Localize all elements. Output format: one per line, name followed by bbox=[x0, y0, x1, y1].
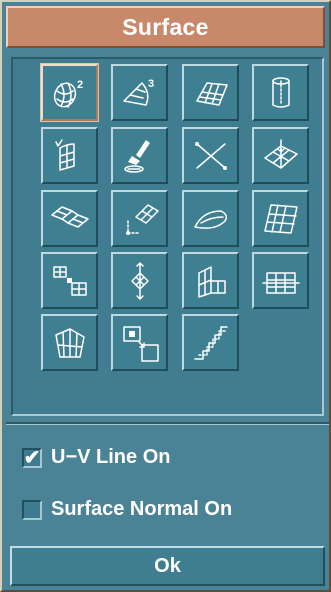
tool-button-3[interactable] bbox=[182, 64, 239, 121]
sweep-along-curve-surface-icon bbox=[54, 138, 75, 171]
tool-button-6[interactable] bbox=[111, 127, 168, 184]
tool-button-5[interactable] bbox=[41, 127, 98, 184]
tool-button-14[interactable] bbox=[111, 252, 168, 309]
intersect-curves-surface-icon bbox=[194, 141, 227, 170]
joined-patches-surface-icon bbox=[50, 205, 89, 228]
tool-button-18[interactable] bbox=[111, 314, 168, 371]
corner-planes-surface-icon bbox=[197, 265, 226, 298]
tool-button-7[interactable] bbox=[182, 127, 239, 184]
tool-button-13[interactable] bbox=[41, 252, 98, 309]
tool-button-1[interactable]: 2 bbox=[40, 63, 99, 122]
sphere-quadric-surface-icon: 2 bbox=[53, 79, 83, 108]
uv-line-checkbox[interactable]: ✔ bbox=[22, 446, 42, 469]
svg-text:3: 3 bbox=[148, 78, 154, 90]
surface-dialog: Surface 2 3 ✔ U−V Line On Surface Normal… bbox=[0, 0, 331, 592]
checkmark-icon: ✔ bbox=[23, 446, 41, 469]
tool-button-19[interactable] bbox=[182, 314, 239, 371]
dialog-titlebar: Surface bbox=[6, 6, 325, 48]
tool-button-9[interactable] bbox=[41, 190, 98, 247]
tool-button-12[interactable] bbox=[252, 190, 309, 247]
tool-button-16[interactable] bbox=[252, 252, 309, 309]
surface-normal-checkbox[interactable] bbox=[22, 499, 42, 520]
point-on-mesh-surface-icon bbox=[263, 138, 298, 169]
trim-grid-surface-icon bbox=[261, 271, 300, 294]
cubic-curved-patch-icon: 3 bbox=[122, 78, 154, 106]
grid-mesh-surface-icon bbox=[195, 81, 228, 106]
tool-button-2[interactable]: 3 bbox=[111, 64, 168, 121]
curved-leaf-surface-icon bbox=[193, 209, 227, 229]
uv-line-toggle[interactable]: ✔ U−V Line On bbox=[22, 446, 170, 469]
ok-button[interactable]: Ok bbox=[10, 546, 325, 586]
move-patch-surface-icon bbox=[130, 261, 149, 300]
staircase-surface-icon bbox=[193, 325, 228, 360]
copy-offset-square-icon bbox=[122, 325, 159, 362]
tool-button-8[interactable] bbox=[252, 127, 309, 184]
dense-grid-surface-icon bbox=[263, 203, 298, 234]
dialog-title: Surface bbox=[122, 13, 209, 40]
uv-line-label: U−V Line On bbox=[51, 446, 171, 468]
tool-button-17[interactable] bbox=[41, 314, 98, 371]
surface-normal-toggle[interactable]: Surface Normal On bbox=[22, 498, 232, 521]
panel-divider bbox=[6, 422, 329, 425]
offset-patch-surface-icon bbox=[125, 203, 159, 235]
grid-to-patch-surface-icon bbox=[52, 265, 87, 296]
tool-button-10[interactable] bbox=[111, 190, 168, 247]
fan-grid-surface-icon bbox=[54, 327, 85, 358]
surface-normal-label: Surface Normal On bbox=[51, 498, 233, 520]
svg-text:2: 2 bbox=[77, 79, 83, 91]
cylinder-surface-icon bbox=[271, 76, 290, 108]
sweep-brush-surface-icon bbox=[123, 139, 150, 173]
tool-button-15[interactable] bbox=[182, 252, 239, 309]
tool-button-4[interactable] bbox=[252, 64, 309, 121]
tool-button-11[interactable] bbox=[182, 190, 239, 247]
